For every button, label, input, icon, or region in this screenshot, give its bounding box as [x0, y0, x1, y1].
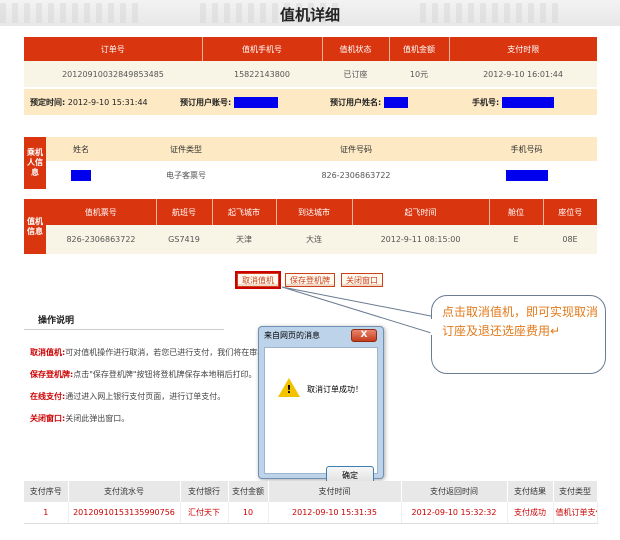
payment-time: 2012-09-10 15:31:35 [268, 502, 402, 524]
payment-return-time: 2012-09-10 15:32:32 [401, 502, 508, 524]
payment-col-header: 支付时间 [268, 481, 402, 502]
payment-col-header: 支付返回时间 [401, 481, 508, 502]
payment-seq: 1 [24, 502, 69, 524]
payment-col-header: 支付银行 [180, 481, 229, 502]
payment-col-header: 支付流水号 [68, 481, 181, 502]
message-dialog: 来自网页的消息 X ! 取消订单成功！ 确定 [258, 326, 384, 486]
payment-type: 值机订单支付 [553, 502, 598, 524]
table-row: 1 20120910153135990756 汇付天下 10 2012-09-1… [24, 502, 598, 524]
payment-serial: 20120910153135990756 [68, 502, 181, 524]
payment-col-header: 支付类型 [553, 481, 598, 502]
callout-text: 点击取消值机，即可实现取消订座及退还选座费用↵ [442, 305, 599, 338]
dialog-title: 来自网页的消息 [264, 331, 320, 340]
dialog-close-button[interactable]: X [351, 329, 377, 342]
warning-icon-mark: ! [286, 383, 292, 396]
payment-bank: 汇付天下 [180, 502, 229, 524]
payment-amount: 10 [228, 502, 269, 524]
payment-col-header: 支付序号 [24, 481, 69, 502]
dialog-body: ! 取消订单成功！ 确定 [264, 347, 378, 486]
payment-table: 支付序号 支付流水号 支付银行 支付金额 支付时间 支付返回时间 支付结果 支付… [24, 481, 598, 524]
payment-col-header: 支付金额 [228, 481, 269, 502]
payment-result: 支付成功 [507, 502, 554, 524]
dialog-message: 取消订单成功！ [307, 385, 363, 394]
payment-col-header: 支付结果 [507, 481, 554, 502]
